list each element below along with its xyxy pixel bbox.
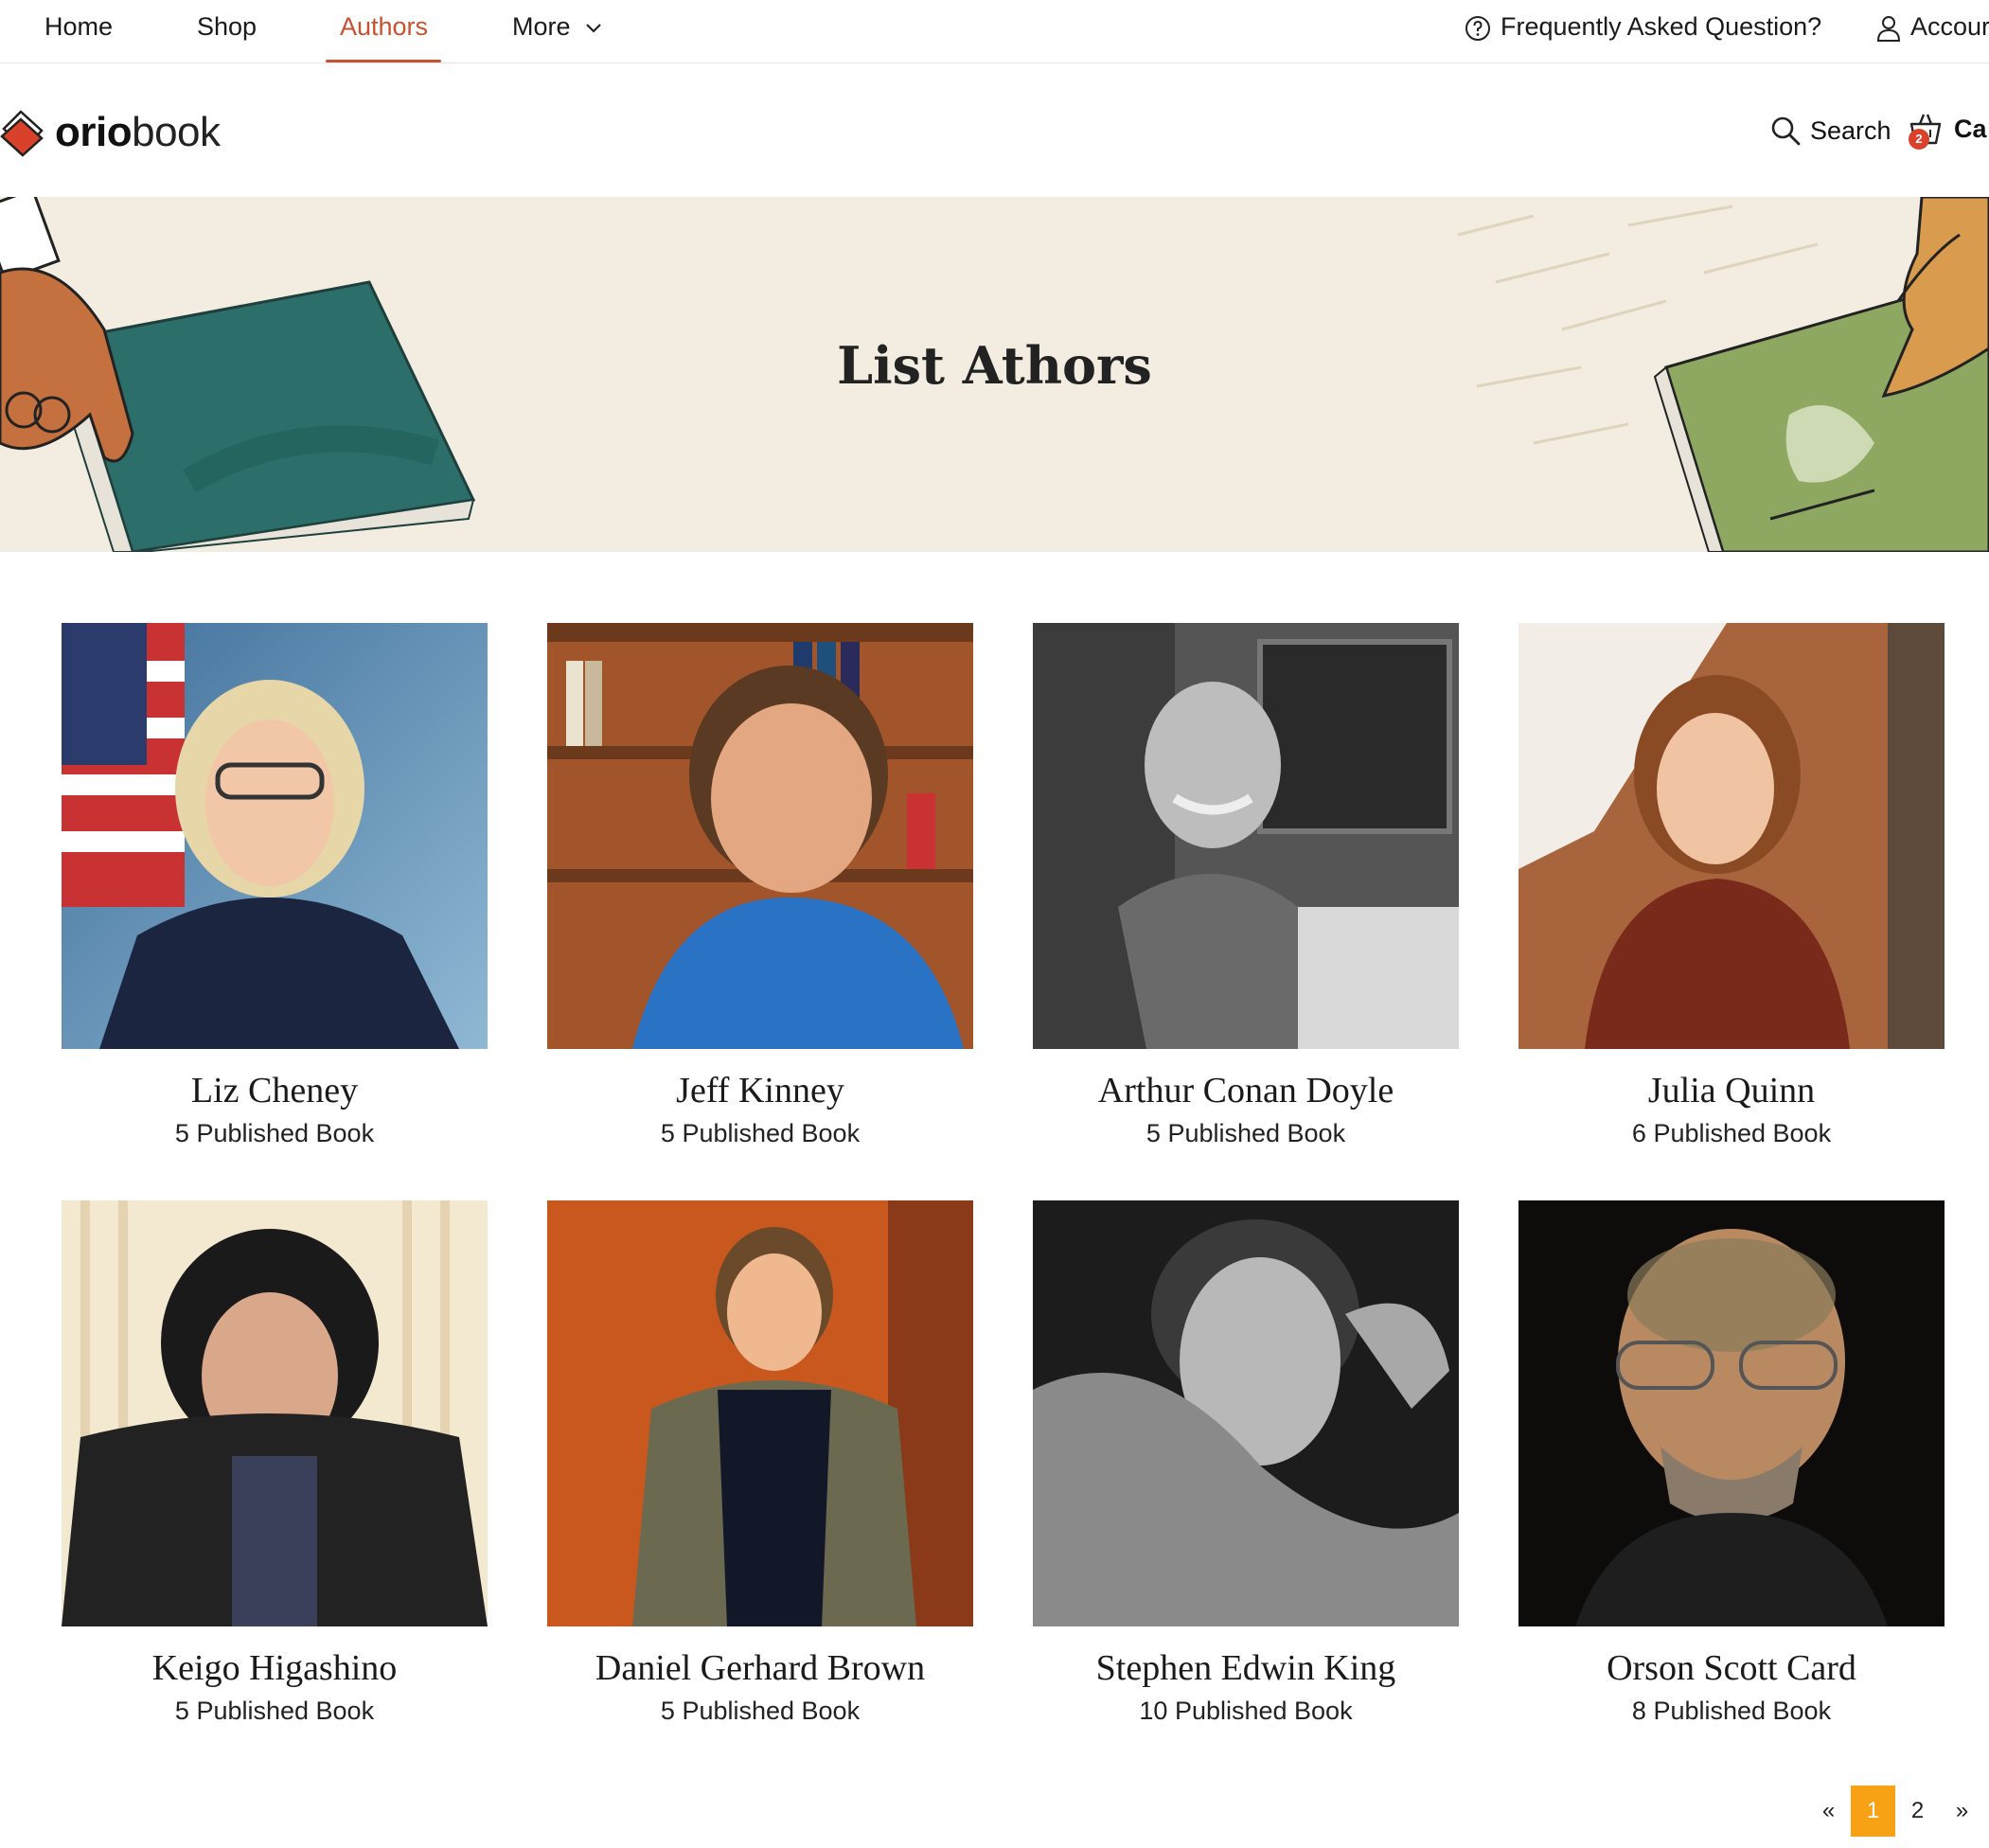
nav-authors[interactable]: Authors bbox=[340, 8, 428, 45]
book-logo-icon bbox=[0, 110, 44, 157]
author-photo[interactable] bbox=[62, 623, 488, 1049]
pagination-next[interactable]: » bbox=[1940, 1786, 1984, 1837]
pagination-page-1[interactable]: 1 bbox=[1851, 1786, 1895, 1837]
logo-text-light: book bbox=[132, 109, 221, 155]
cart-count-badge: 2 bbox=[1909, 129, 1929, 150]
nav-active-indicator bbox=[326, 60, 441, 62]
page-banner: List Athors bbox=[0, 197, 1989, 552]
author-book-count: 5 Published Book bbox=[174, 1697, 375, 1725]
question-circle-icon bbox=[1465, 15, 1490, 41]
site-logo[interactable]: oriobook bbox=[0, 106, 221, 159]
top-navigation: Home Shop Authors More Frequently Asked … bbox=[0, 0, 1989, 63]
author-card[interactable]: Julia Quinn 6 Published Book bbox=[1518, 623, 1945, 1148]
author-name[interactable]: Daniel Gerhard Brown bbox=[547, 1647, 973, 1689]
author-photo[interactable] bbox=[547, 1200, 973, 1626]
pagination-page-2[interactable]: 2 bbox=[1895, 1786, 1940, 1837]
author-name[interactable]: Keigo Higashino bbox=[62, 1647, 488, 1689]
nav-shop[interactable]: Shop bbox=[197, 8, 257, 45]
cart-button[interactable]: 2 Ca bbox=[1909, 108, 1987, 150]
author-photo[interactable] bbox=[547, 623, 973, 1049]
account-link[interactable]: Accour bbox=[1876, 8, 1989, 45]
cart-label: Ca bbox=[1954, 114, 1987, 143]
faq-label: Frequently Asked Question? bbox=[1501, 12, 1822, 41]
author-name[interactable]: Liz Cheney bbox=[62, 1070, 488, 1111]
faq-link[interactable]: Frequently Asked Question? bbox=[1465, 8, 1821, 45]
author-card[interactable]: Orson Scott Card 8 Published Book bbox=[1518, 1200, 1945, 1726]
author-card[interactable]: Keigo Higashino 5 Published Book bbox=[62, 1200, 488, 1726]
nav-home[interactable]: Home bbox=[44, 8, 113, 45]
author-photo[interactable] bbox=[62, 1200, 488, 1626]
chevron-down-icon bbox=[586, 24, 601, 33]
author-book-count: 5 Published Book bbox=[660, 1697, 861, 1725]
search-icon bbox=[1771, 116, 1801, 146]
author-card[interactable]: Arthur Conan Doyle 5 Published Book bbox=[1033, 623, 1459, 1148]
account-label: Accour bbox=[1910, 12, 1989, 41]
author-photo[interactable] bbox=[1033, 623, 1459, 1049]
author-name[interactable]: Julia Quinn bbox=[1518, 1070, 1945, 1111]
nav-more-label: More bbox=[512, 12, 571, 41]
pagination-prev[interactable]: « bbox=[1806, 1786, 1851, 1837]
pagination: « 1 2 » bbox=[1806, 1786, 1984, 1837]
author-book-count: 5 Published Book bbox=[174, 1119, 375, 1147]
author-book-count: 5 Published Book bbox=[660, 1119, 861, 1147]
author-book-count: 5 Published Book bbox=[1145, 1119, 1346, 1147]
logo-text-bold: orio bbox=[55, 109, 133, 155]
author-book-count: 6 Published Book bbox=[1631, 1119, 1832, 1147]
search-button[interactable]: Search bbox=[1770, 112, 1891, 150]
author-card[interactable]: Stephen Edwin King 10 Published Book bbox=[1033, 1200, 1459, 1726]
author-card[interactable]: Daniel Gerhard Brown 5 Published Book bbox=[547, 1200, 973, 1726]
author-book-count: 10 Published Book bbox=[1139, 1697, 1353, 1725]
user-icon bbox=[1876, 15, 1901, 42]
search-label: Search bbox=[1810, 116, 1891, 145]
author-card[interactable]: Liz Cheney 5 Published Book bbox=[62, 623, 488, 1148]
site-header: oriobook Search 2 Ca bbox=[0, 64, 1989, 197]
nav-more[interactable]: More bbox=[512, 8, 602, 45]
author-name[interactable]: Jeff Kinney bbox=[547, 1070, 973, 1111]
author-photo[interactable] bbox=[1033, 1200, 1459, 1626]
author-photo[interactable] bbox=[1518, 1200, 1945, 1626]
author-name[interactable]: Orson Scott Card bbox=[1518, 1647, 1945, 1689]
author-card[interactable]: Jeff Kinney 5 Published Book bbox=[547, 623, 973, 1148]
author-photo[interactable] bbox=[1518, 623, 1945, 1049]
author-name[interactable]: Arthur Conan Doyle bbox=[1033, 1070, 1459, 1111]
author-name[interactable]: Stephen Edwin King bbox=[1033, 1647, 1459, 1689]
author-book-count: 8 Published Book bbox=[1631, 1697, 1832, 1725]
hand-holding-book-right bbox=[1653, 197, 1989, 552]
